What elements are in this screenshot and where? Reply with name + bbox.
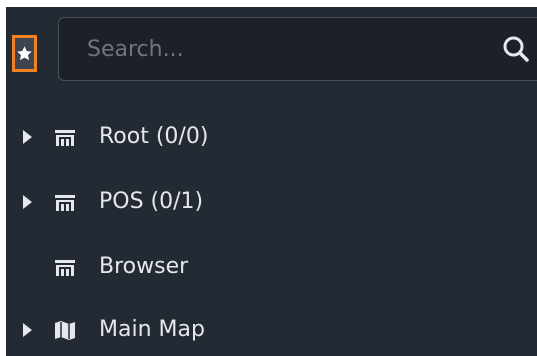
- device-group-icon: [55, 260, 75, 276]
- tree-item-label: Root (0/0): [99, 124, 209, 149]
- tree-item-label: Browser: [99, 254, 189, 279]
- expand-arrow-icon[interactable]: [22, 194, 33, 210]
- favorites-button[interactable]: [12, 35, 37, 72]
- device-group-icon: [55, 195, 75, 211]
- search-input[interactable]: [87, 18, 477, 80]
- device-group-icon: [55, 130, 75, 146]
- search-icon[interactable]: [501, 34, 531, 64]
- expand-arrow-icon[interactable]: [22, 129, 33, 145]
- tree-item-root[interactable]: Root (0/0): [6, 117, 537, 157]
- tree-item-main-map[interactable]: Main Map: [6, 310, 537, 350]
- tree-item-browser[interactable]: Browser: [6, 247, 537, 287]
- search-field[interactable]: [58, 17, 537, 81]
- map-icon: [55, 321, 75, 340]
- tree-item-pos[interactable]: POS (0/1): [6, 182, 537, 222]
- star-icon: [17, 46, 32, 61]
- expand-arrow-icon[interactable]: [22, 322, 33, 338]
- tree-item-label: POS (0/1): [99, 189, 204, 214]
- tree-item-label: Main Map: [99, 317, 205, 342]
- resource-tree-panel: Root (0/0) POS (0/1) Browser: [6, 7, 537, 356]
